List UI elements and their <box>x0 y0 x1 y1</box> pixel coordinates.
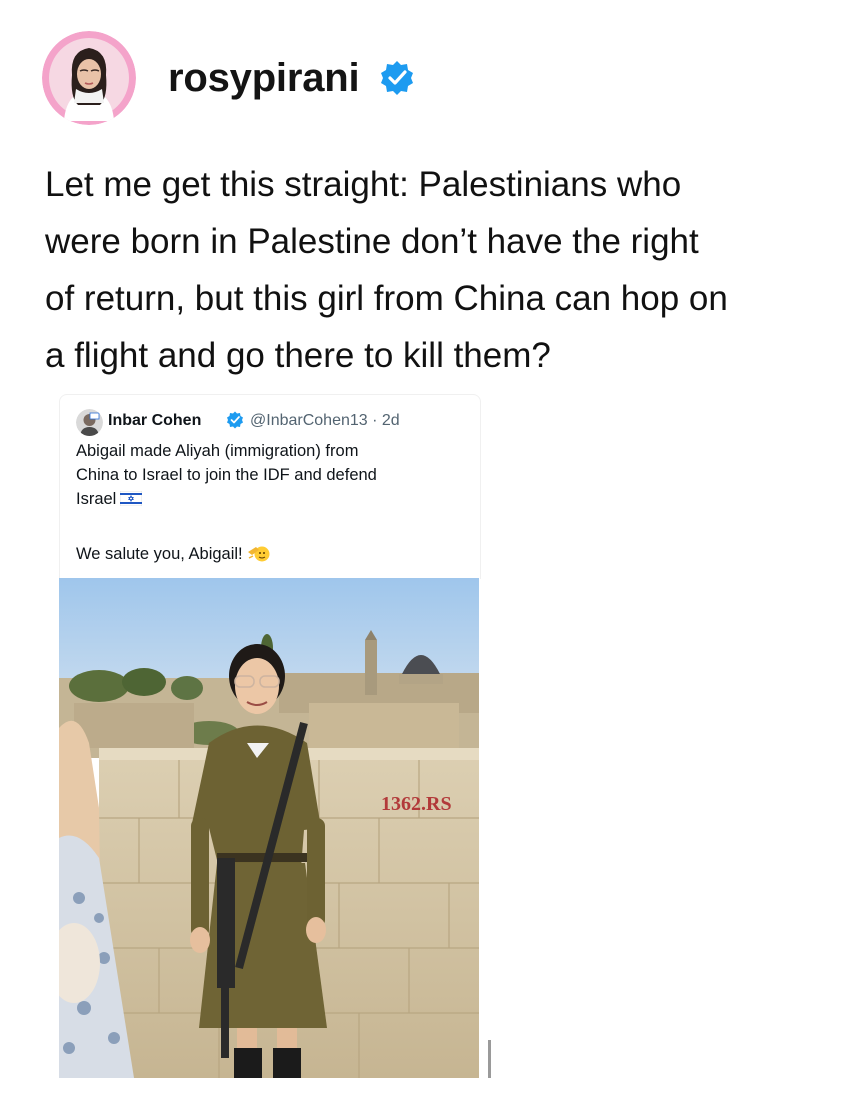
tweet-photo[interactable]: 1362.RS <box>59 578 479 1078</box>
caption-line: of return, but this girl from China can … <box>45 279 728 318</box>
scroll-indicator[interactable] <box>488 1040 491 1078</box>
saluting-face-emoji-icon <box>247 546 270 562</box>
tweet-author-name[interactable]: Inbar Cohen <box>108 411 201 431</box>
tweet-text-line: Abigail made Aliyah (immigration) from <box>76 442 359 460</box>
tweet-salute-line: We salute you, Abigail! <box>76 543 271 565</box>
israel-flag-icon <box>120 491 143 506</box>
tweet-text: Abigail made Aliyah (immigration) from C… <box>76 439 466 511</box>
username[interactable]: rosypirani <box>168 55 360 101</box>
screenshot-page: rosypirani Let me get this straight: Pal… <box>0 0 859 1093</box>
caption-line: a flight and go there to kill them? <box>45 336 551 375</box>
tweet-handle-time[interactable]: @InbarCohen13 · 2d <box>250 411 400 431</box>
caption-line: Let me get this straight: Palestinians w… <box>45 165 682 204</box>
caption-line: were born in Palestine don’t have the ri… <box>45 222 699 261</box>
tweet-text-word: Israel <box>76 490 117 508</box>
verified-badge-icon <box>381 61 413 95</box>
tweet-text-line: Israel <box>76 487 466 511</box>
tweet-text-line: China to Israel to join the IDF and defe… <box>76 466 377 484</box>
wall-marking-text: 1362.RS <box>381 793 452 815</box>
tweet-salute-text: We salute you, Abigail! <box>76 545 243 563</box>
profile-avatar[interactable] <box>42 31 136 125</box>
embedded-tweet-card[interactable]: Inbar Cohen @InbarCohen13 · 2d Abigail m… <box>59 394 481 579</box>
tweet-avatar[interactable] <box>76 409 103 436</box>
verified-badge-icon <box>227 411 243 429</box>
post-caption: Let me get this straight: Palestinians w… <box>45 156 835 384</box>
